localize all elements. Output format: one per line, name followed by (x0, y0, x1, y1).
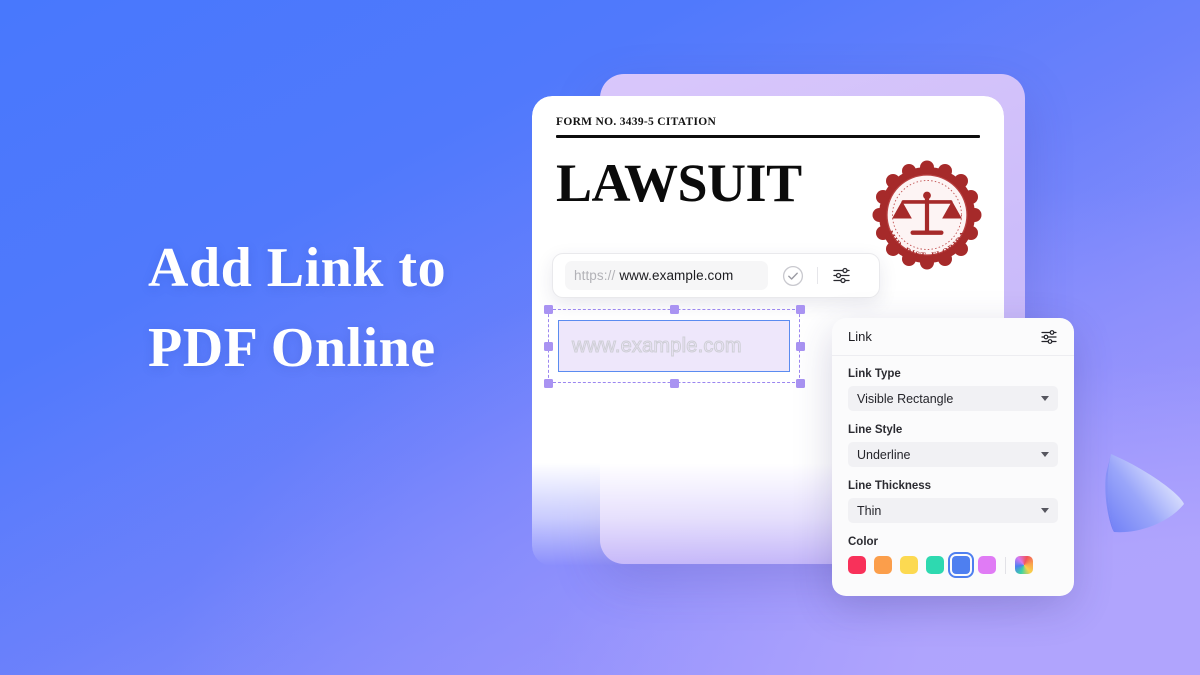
color-swatch-yellow[interactable] (900, 556, 918, 574)
line-thickness-value: Thin (857, 503, 882, 518)
color-swatch-magenta[interactable] (978, 556, 996, 574)
chevron-down-icon (1041, 508, 1049, 513)
link-type-value: Visible Rectangle (857, 391, 954, 406)
resize-handle-bottom-center[interactable] (669, 378, 679, 388)
resize-handle-middle-right[interactable] (795, 341, 805, 351)
resize-handle-top-left[interactable] (543, 304, 553, 314)
resize-handle-bottom-left[interactable] (543, 378, 553, 388)
chevron-down-icon (1041, 452, 1049, 457)
page-title-line-2: PDF Online (148, 317, 436, 379)
line-style-label: Line Style (848, 424, 903, 436)
header-divider (556, 135, 980, 138)
panel-body: Link Type Visible Rectangle Line Style U… (832, 356, 1074, 588)
link-rectangle[interactable]: www.example.com (558, 320, 790, 372)
sliders-icon[interactable] (1040, 328, 1058, 346)
color-swatch-blue[interactable] (948, 552, 974, 578)
link-type-select[interactable]: Visible Rectangle (848, 386, 1058, 411)
url-input[interactable]: https:// www.example.com (565, 261, 768, 290)
check-circle-icon[interactable] (782, 265, 804, 287)
line-style-value: Underline (857, 447, 911, 462)
url-scheme-prefix: https:// (574, 268, 616, 283)
url-input-value: www.example.com (619, 268, 734, 283)
color-swatch-teal[interactable] (926, 556, 944, 574)
selected-link-object[interactable]: www.example.com (543, 304, 805, 388)
swatch-divider (1005, 556, 1006, 574)
color-label: Color (848, 536, 879, 548)
link-properties-panel: Link Link Type Visible Rectangle Line St… (832, 318, 1074, 596)
color-swatch-orange[interactable] (874, 556, 892, 574)
panel-title: Link (848, 329, 872, 344)
sliders-icon[interactable] (831, 265, 852, 286)
chevron-down-icon (1041, 396, 1049, 401)
line-style-select[interactable]: Underline (848, 442, 1058, 467)
resize-handle-middle-left[interactable] (543, 341, 553, 351)
resize-handle-top-center[interactable] (669, 304, 679, 314)
panel-header: Link (832, 318, 1074, 356)
resize-handle-bottom-right[interactable] (795, 378, 805, 388)
page-root: Add Link to PDF Online FORM NO. 3439-5 C… (0, 0, 1200, 675)
link-object-text: www.example.com (572, 334, 743, 357)
color-swatch-row (848, 552, 1058, 578)
court-seal-icon: CIRCUIT COURT MID. DIST. FLORIDA (864, 152, 990, 278)
url-toolbar[interactable]: https:// www.example.com (552, 253, 880, 298)
line-thickness-select[interactable]: Thin (848, 498, 1058, 523)
link-type-label: Link Type (848, 368, 901, 380)
rainbow-picker-icon[interactable] (1015, 556, 1033, 574)
toolbar-divider (817, 267, 818, 284)
form-number: FORM NO. 3439-5 CITATION (556, 116, 717, 128)
page-title-line-1: Add Link to (148, 237, 447, 299)
page-title: Add Link to PDF Online (148, 228, 568, 388)
resize-handle-top-right[interactable] (795, 304, 805, 314)
cone-decoration (1098, 448, 1194, 540)
color-swatch-red[interactable] (848, 556, 866, 574)
line-thickness-label: Line Thickness (848, 480, 932, 492)
